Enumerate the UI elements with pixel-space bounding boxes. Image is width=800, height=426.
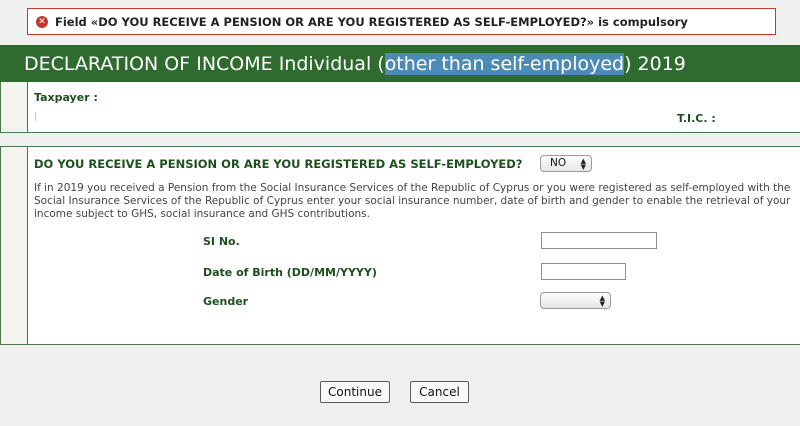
- pension-panel: DO YOU RECEIVE A PENSION OR ARE YOU REGI…: [0, 146, 800, 345]
- dob-input[interactable]: [541, 263, 626, 280]
- title-suffix: ) 2019: [624, 52, 686, 75]
- pension-answer-select[interactable]: NO ▲ ▼: [540, 155, 592, 172]
- panel-left-strip: [1, 82, 28, 132]
- taxpayer-label: Taxpayer :: [34, 91, 98, 104]
- gender-select[interactable]: ▲ ▼: [540, 292, 611, 309]
- pension-question: DO YOU RECEIVE A PENSION OR ARE YOU REGI…: [34, 157, 523, 171]
- page-title-bar: DECLARATION OF INCOME Individual (other …: [0, 45, 800, 82]
- si-number-input[interactable]: [541, 232, 657, 249]
- pension-description: If in 2019 you received a Pension from t…: [34, 182, 791, 220]
- updown-arrows-icon: ▲ ▼: [580, 157, 586, 171]
- gender-label: Gender: [203, 295, 249, 308]
- title-prefix: DECLARATION OF INCOME Individual (: [24, 52, 385, 75]
- panel-left-strip: [1, 147, 28, 344]
- title-highlight: other than self-employed: [384, 52, 625, 75]
- updown-arrows-icon: ▲ ▼: [599, 294, 605, 308]
- error-circle-icon: ✕: [36, 15, 48, 28]
- pension-answer-value: NO: [550, 157, 567, 169]
- tic-label: T.I.C. :: [677, 112, 716, 125]
- taxpayer-panel: Taxpayer : T.I.C. :: [0, 82, 800, 133]
- continue-button[interactable]: Continue: [320, 381, 390, 403]
- error-message: Field «DO YOU RECEIVE A PENSION OR ARE Y…: [55, 14, 688, 29]
- page-title: DECLARATION OF INCOME Individual (other …: [24, 52, 686, 75]
- si-number-label: SI No.: [203, 235, 240, 248]
- error-banner: ✕ Field «DO YOU RECEIVE A PENSION OR ARE…: [27, 8, 776, 35]
- dob-label: Date of Birth (DD/MM/YYYY): [203, 266, 377, 279]
- cancel-button[interactable]: Cancel: [410, 381, 469, 403]
- taxpayer-value-divider: [35, 112, 36, 121]
